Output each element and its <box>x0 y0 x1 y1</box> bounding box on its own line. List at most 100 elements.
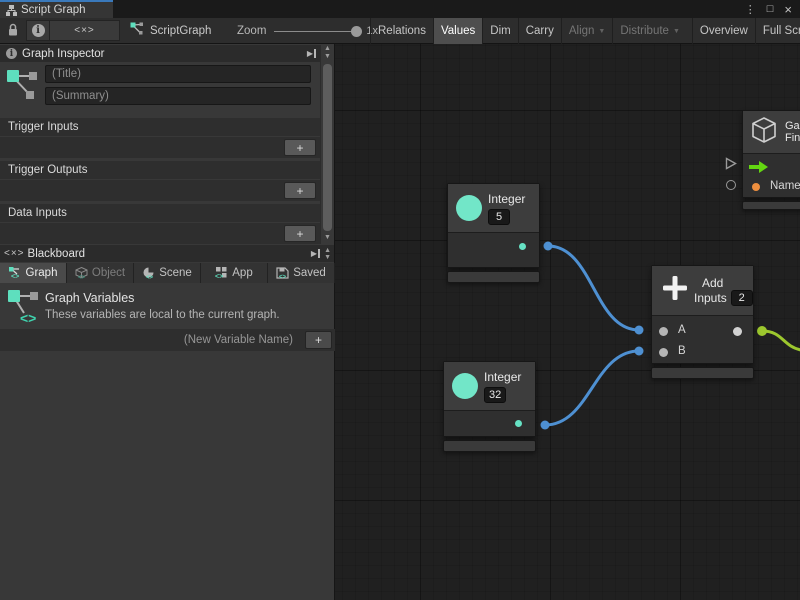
scroll-down-icon[interactable]: ▼ <box>324 53 331 61</box>
integer-type-icon <box>456 195 482 221</box>
graph-breadcrumb-label: ScriptGraph <box>150 25 211 37</box>
window-menu-icon[interactable]: ⋮ <box>745 3 756 16</box>
tab-title: Script Graph <box>21 4 86 16</box>
integer-output-port[interactable] <box>515 420 522 427</box>
wire-add-output[interactable] <box>762 331 800 350</box>
zoom-slider[interactable] <box>274 31 358 32</box>
integer-type-icon <box>452 373 478 399</box>
align-button[interactable]: Align▼ <box>561 18 613 44</box>
node-integer-32[interactable]: Integer 32 <box>443 361 536 452</box>
dim-button[interactable]: Dim <box>482 18 517 44</box>
graph-variables-icon: <> <box>8 289 40 330</box>
tab-graph[interactable]: <> Graph <box>0 263 67 283</box>
value-input-port[interactable] <box>726 180 736 190</box>
info-icon: i <box>6 48 17 59</box>
wire-integer5-to-add-a[interactable] <box>548 246 639 330</box>
graph-title-placeholder: (Title) <box>52 68 81 80</box>
toolbar-buttons: Relations Values Dim Carry Align▼ Distri… <box>370 18 800 44</box>
wire-endpoint[interactable] <box>541 421 550 430</box>
new-variable-input[interactable]: (New Variable Name) <box>2 331 301 349</box>
inputs-count-field[interactable]: 2 <box>731 290 753 306</box>
node-footer <box>443 440 536 452</box>
blackboard-scroll-arrows[interactable]: ▲ ▼ <box>324 247 331 261</box>
variables-code-icon: <×> <box>4 248 25 259</box>
gameobject-cube-icon <box>750 116 778 149</box>
node-gameobject-find[interactable]: GameObject Find Name <box>742 110 800 210</box>
blackboard-header: <×> Blackboard ▶ ▲ ▼ <box>0 245 334 262</box>
tab-script-graph[interactable]: Script Graph <box>0 0 113 18</box>
trigger-inputs-header: Trigger Inputs <box>0 118 320 136</box>
integer-value-field[interactable]: 32 <box>484 387 506 403</box>
carry-button[interactable]: Carry <box>518 18 561 44</box>
wire-integer32-to-add-b[interactable] <box>545 351 639 425</box>
input-port-b[interactable] <box>659 348 668 357</box>
node-add[interactable]: Add Inputs 2 A B <box>651 265 754 379</box>
name-input-port[interactable] <box>752 183 760 191</box>
svg-text:<>: <> <box>11 274 19 280</box>
input-port-a[interactable] <box>659 327 668 336</box>
data-inputs-list: + <box>0 223 320 244</box>
scroll-up-icon[interactable]: ▲ <box>324 45 331 53</box>
tab-saved[interactable]: <> Saved <box>268 263 335 283</box>
zoom-slider-handle[interactable] <box>351 26 362 37</box>
overview-button[interactable]: Overview <box>692 18 755 44</box>
tab-app[interactable]: <> App <box>201 263 268 283</box>
graph-title-input[interactable]: (Title) <box>45 65 311 83</box>
blackboard-tabs: <> Graph <> Object <> Scene <> App <> Sa… <box>0 263 335 283</box>
toolbar-toggle-group: i <×> <box>26 20 120 41</box>
node-footer <box>651 367 754 379</box>
integer-value-field[interactable]: 5 <box>488 209 510 225</box>
blackboard-toggle-button[interactable]: <×> <box>49 20 120 41</box>
svg-text:<>: <> <box>78 275 86 279</box>
inspector-scrollbar[interactable]: ▲ ▼ ▼ <box>320 45 334 244</box>
relations-button[interactable]: Relations <box>370 18 433 44</box>
app-grid-icon: <> <box>215 267 228 279</box>
scroll-down-icon: ▼ <box>324 254 331 261</box>
graph-inspector-header: i Graph Inspector ▶ <box>0 45 320 62</box>
new-variable-row: (New Variable Name) + <box>0 329 335 351</box>
wire-endpoint[interactable] <box>635 326 644 335</box>
add-trigger-input-button[interactable]: + <box>284 139 316 156</box>
window-maximize-icon[interactable]: □ <box>767 3 774 15</box>
wire-endpoint[interactable] <box>635 347 644 356</box>
port-b-label: B <box>678 345 686 357</box>
window-close-icon[interactable]: × <box>784 2 792 17</box>
graph-breadcrumb[interactable]: ScriptGraph <box>130 18 211 44</box>
node-integer-5[interactable]: Integer 5 <box>447 183 540 283</box>
inspector-toggle-button[interactable]: i <box>26 20 49 41</box>
scene-icon: <> <box>142 267 155 279</box>
node-footer <box>447 271 540 283</box>
add-output-port[interactable] <box>733 327 742 336</box>
flow-input-port[interactable] <box>725 157 737 175</box>
add-data-input-button[interactable]: + <box>284 225 316 242</box>
node-title: Integer <box>484 370 521 384</box>
integer-output-port[interactable] <box>519 243 526 250</box>
node-title: Integer <box>488 192 525 206</box>
values-button[interactable]: Values <box>433 18 482 44</box>
zoom-control: Zoom 1x <box>237 18 378 44</box>
svg-text:<>: <> <box>146 275 154 279</box>
tab-object[interactable]: <> Object <box>67 263 134 283</box>
distribute-button[interactable]: Distribute▼ <box>612 18 687 44</box>
add-trigger-output-button[interactable]: + <box>284 182 316 199</box>
graph-tab-icon: <> <box>9 267 22 279</box>
inputs-label: Inputs <box>694 291 727 305</box>
wire-endpoint[interactable] <box>544 242 553 251</box>
name-port-label: Name <box>770 180 800 192</box>
graph-variables-icon <box>7 68 39 111</box>
graph-hierarchy-icon <box>6 5 17 16</box>
scrollbar-thumb[interactable] <box>323 64 332 231</box>
tab-scene[interactable]: <> Scene <box>134 263 201 283</box>
fullscreen-button[interactable]: Full Screen <box>755 18 800 44</box>
dock-icon[interactable]: ▶ <box>307 49 316 58</box>
info-icon: i <box>32 24 45 37</box>
chevron-down-icon: ▼ <box>673 28 680 35</box>
scroll-down-icon[interactable]: ▼ <box>324 234 331 242</box>
flow-arrow-icon[interactable] <box>749 160 768 178</box>
add-variable-button[interactable]: + <box>305 331 332 349</box>
wire-endpoint[interactable] <box>757 326 767 336</box>
graph-summary-input[interactable]: (Summary) <box>45 87 311 105</box>
dock-icon[interactable]: ▶ <box>311 249 320 258</box>
graph-canvas[interactable]: Integer 5 Integer 32 <box>335 44 800 600</box>
lock-icon[interactable] <box>7 23 19 42</box>
